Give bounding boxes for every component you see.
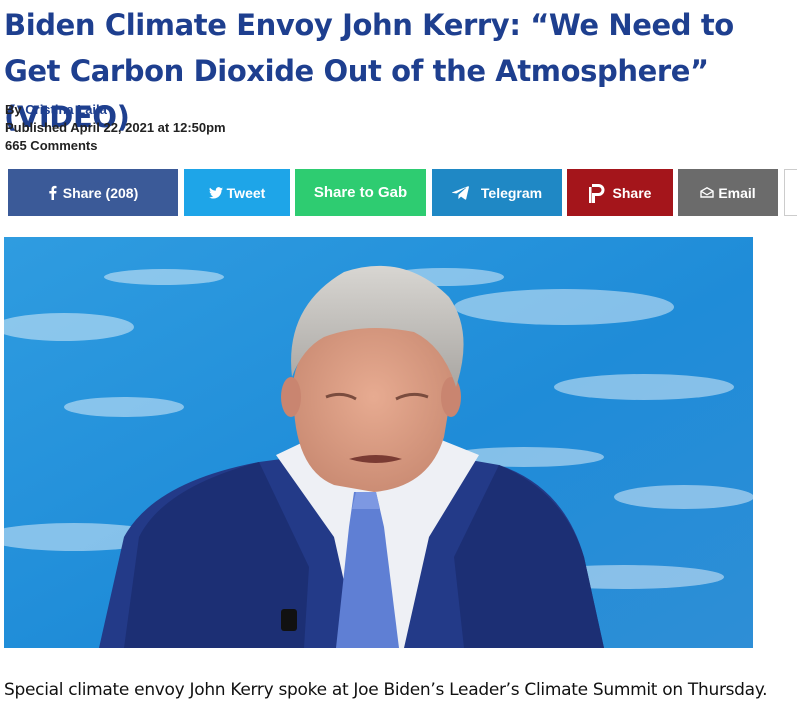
published-date: Published April 22, 2021 at 12:50pm — [5, 120, 226, 135]
byline-prefix: By — [5, 102, 22, 117]
comments-link[interactable]: 665 Comments — [5, 138, 97, 153]
parler-icon — [588, 183, 605, 203]
facebook-share-label: Share (208) — [62, 184, 139, 201]
email-share-label: Email — [718, 184, 756, 201]
twitter-icon — [208, 186, 223, 199]
article-meta: By Cristina Laila Published April 22, 20… — [5, 101, 226, 155]
share-bar: Share (208) Tweet Share to Gab Telegram … — [8, 169, 797, 217]
twitter-share-button[interactable]: Tweet — [184, 169, 290, 216]
gab-share-label: Share to Gab — [313, 184, 408, 201]
parler-share-button[interactable]: Share — [567, 169, 673, 216]
telegram-icon — [451, 185, 469, 200]
byline: By Cristina Laila — [5, 101, 226, 119]
twitter-share-label: Tweet — [226, 184, 266, 201]
facebook-share-button[interactable]: Share (208) — [8, 169, 178, 216]
telegram-share-button[interactable]: Telegram — [432, 169, 562, 216]
facebook-icon — [48, 185, 57, 200]
article-paragraph: Special climate envoy John Kerry spoke a… — [4, 680, 768, 700]
email-icon — [700, 187, 715, 198]
gab-share-button[interactable]: Share to Gab — [295, 169, 426, 216]
more-share-button[interactable] — [784, 169, 797, 216]
article-hero-image — [4, 237, 753, 648]
parler-share-label: Share — [612, 184, 652, 201]
author-link[interactable]: Cristina Laila — [25, 102, 107, 117]
telegram-share-label: Telegram — [480, 184, 543, 201]
email-share-button[interactable]: Email — [678, 169, 778, 216]
